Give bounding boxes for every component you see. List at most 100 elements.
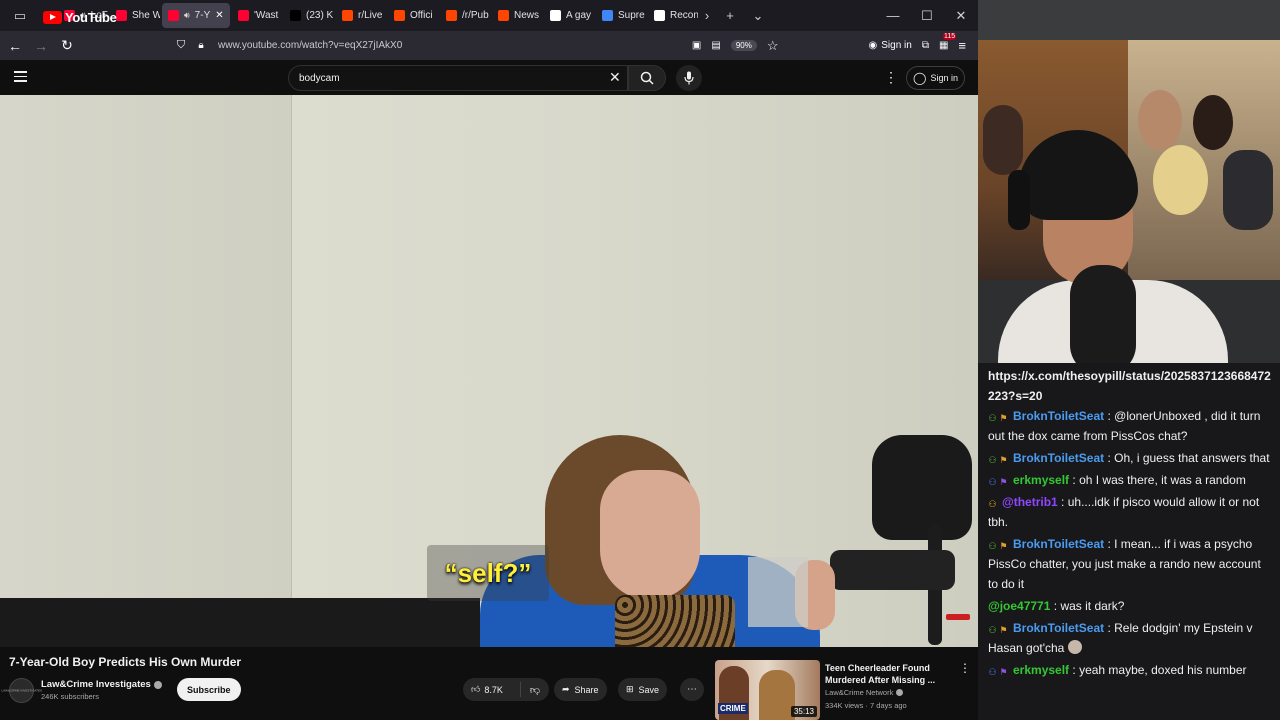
recommended-title[interactable]: Teen Cheerleader Found Murdered After Mi… <box>825 662 955 686</box>
shield-icon[interactable]: ⛉ <box>168 33 194 59</box>
chat-username[interactable]: @joe47771 <box>988 599 1050 613</box>
tab-scroll-right-icon[interactable]: › <box>698 0 716 31</box>
subscribe-button[interactable]: Subscribe <box>177 678 241 701</box>
chat-badge-icon[interactable]: ⚇ <box>988 477 997 487</box>
browser-tab[interactable]: /r/Pub <box>440 3 490 28</box>
settings-menu-icon[interactable]: ⋮ <box>884 69 898 86</box>
chat-badge-icon[interactable]: ⚑ <box>999 413 1008 423</box>
share-button[interactable]: ➦ Share <box>554 678 607 701</box>
back-icon[interactable]: ← <box>2 33 28 59</box>
video-chair-seat <box>830 550 955 590</box>
tab-label: Offici <box>410 10 433 21</box>
browser-tab[interactable]: 🔊︎ 7-Y ✕ <box>162 3 230 28</box>
navigation-bar: ← → ↻ ⛉ 🔒︎ www.youtube.com/watch?v=eqX27… <box>0 31 978 60</box>
share-icon: ➦ <box>562 684 570 694</box>
thumbs-up-icon: 👍︎ <box>471 684 481 694</box>
tab-overview-icon[interactable]: ▭ <box>0 0 40 31</box>
chat-badge-icon[interactable]: ⚑ <box>999 477 1008 487</box>
chat-username[interactable]: erkmyself <box>1013 663 1069 677</box>
chat-badge-icon[interactable]: ⚇ <box>988 499 997 509</box>
tab-favicon-icon <box>238 10 249 21</box>
chat-username[interactable]: BroknToiletSeat <box>1013 451 1104 465</box>
chat-username[interactable]: BroknToiletSeat <box>1013 409 1104 423</box>
thumbnail-brand-label: CRIME <box>718 703 748 714</box>
browser-sign-in[interactable]: Sign in <box>881 40 912 51</box>
browser-tab[interactable]: r/Live <box>336 3 386 28</box>
like-button[interactable]: 👍︎ 8.7K <box>463 682 521 697</box>
stream-chat: https://x.com/thesoypill/status/20258371… <box>978 363 1280 720</box>
chat-username[interactable]: BroknToiletSeat <box>1013 537 1104 551</box>
like-dislike-group: 👍︎ 8.7K 👎︎ <box>463 678 549 701</box>
chat-badge-icon[interactable]: ⚇ <box>988 413 997 423</box>
minimize-icon[interactable]: — <box>876 0 910 31</box>
app-menu-icon[interactable]: ≡ <box>958 38 966 53</box>
chat-link-message[interactable]: https://x.com/thesoypill/status/20258371… <box>988 366 1274 406</box>
chat-message: ⚇ ⚑ BroknToiletSeat : @lonerUnboxed , did … <box>988 406 1274 446</box>
clear-search-icon[interactable]: ✕ <box>609 69 621 86</box>
browser-tab[interactable]: A gay <box>544 3 594 28</box>
verified-icon <box>153 680 162 689</box>
youtube-sign-in-button[interactable]: ◯ Sign in <box>906 66 965 90</box>
browser-tab[interactable]: Offici <box>388 3 438 28</box>
url-bar[interactable]: www.youtube.com/watch?v=eqX27jIAkX0 <box>218 40 402 51</box>
close-window-icon[interactable]: ✕ <box>944 0 978 31</box>
browser-tab[interactable]: 'Wast <box>232 3 282 28</box>
browser-tab[interactable]: Supre <box>596 3 646 28</box>
recommended-thumbnail[interactable]: CRIME 35:13 <box>715 660 820 720</box>
chat-badge-icon[interactable]: ⚑ <box>999 625 1008 635</box>
chat-badge-icon[interactable]: ⚇ <box>988 455 997 465</box>
chat-separator: : <box>1104 409 1115 423</box>
tab-bar: ▭ ‹ 🔊︎LoFi DShe W🔊︎7-Y✕'Wast(23) Kr/Live… <box>0 0 978 31</box>
recommended-channel[interactable]: Law&Crime Network <box>825 688 904 697</box>
bookmark-star-icon[interactable]: ☆ <box>767 38 779 54</box>
browser-tab[interactable]: She W <box>110 3 160 28</box>
reader-view-icon[interactable]: ▤ <box>711 40 720 51</box>
chat-badge-icon[interactable]: ⚇ <box>988 541 997 551</box>
crowd-person <box>983 105 1023 175</box>
reload-icon[interactable]: ↻ <box>54 33 80 59</box>
browser-tab[interactable]: (23) K <box>284 3 334 28</box>
browser-tab[interactable]: News <box>492 3 542 28</box>
recommended-channel-name: Law&Crime Network <box>825 688 894 697</box>
new-tab-icon[interactable]: + <box>716 0 744 31</box>
forward-icon[interactable]: → <box>28 33 54 59</box>
tab-favicon-icon <box>550 10 561 21</box>
guide-menu-icon[interactable] <box>14 71 27 85</box>
tab-favicon-icon <box>342 10 353 21</box>
chat-username[interactable]: erkmyself <box>1013 473 1069 487</box>
chat-badge-icon[interactable]: ⚇ <box>988 625 997 635</box>
picture-in-picture-icon[interactable]: ▣ <box>692 40 701 51</box>
channel-name[interactable]: Law&Crime Investigates <box>41 679 162 690</box>
account-icon[interactable]: ◉ <box>869 40 878 51</box>
chat-badges: ⚇ ⚑ <box>988 660 1010 680</box>
chat-badge-icon[interactable]: ⚑ <box>999 667 1008 677</box>
tab-label: /r/Pub <box>462 10 489 21</box>
channel-avatar[interactable]: LAW&CRIME INVESTIGATES <box>1 678 42 703</box>
video-person-scarf <box>615 595 735 647</box>
extensions-icon[interactable]: ⧉ <box>922 40 929 51</box>
chat-badge-icon[interactable]: ⚇ <box>988 667 997 677</box>
maximize-icon[interactable]: ☐ <box>910 0 944 31</box>
more-actions-button[interactable]: ⋯ <box>680 678 704 701</box>
chat-badge-icon[interactable]: ⚑ <box>999 541 1008 551</box>
search-button[interactable] <box>628 65 666 91</box>
recommended-menu-icon[interactable]: ⋮ <box>959 661 971 675</box>
youtube-logo[interactable]: YouTube <box>43 10 117 25</box>
search-input[interactable]: bodycam <box>288 65 628 91</box>
chat-message: ⚇ ⚑ erkmyself : oh I was there, it was a r… <box>988 470 1274 490</box>
tab-label: A gay <box>566 10 592 21</box>
dislike-button[interactable]: 👎︎ <box>521 684 549 696</box>
voice-search-button[interactable] <box>676 65 702 91</box>
zoom-level[interactable]: 90% <box>730 40 757 51</box>
chat-badge-icon[interactable]: ⚑ <box>999 455 1008 465</box>
save-button[interactable]: ⊞ Save <box>618 678 668 701</box>
browser-tab[interactable]: Recon <box>648 3 698 28</box>
list-tabs-icon[interactable]: ⌄ <box>744 0 772 31</box>
browser-window: ▭ ‹ 🔊︎LoFi DShe W🔊︎7-Y✕'Wast(23) Kr/Live… <box>0 0 978 720</box>
speaker-icon[interactable]: 🔊︎ <box>184 10 190 21</box>
chat-username[interactable]: @thetrib1 <box>1002 495 1058 509</box>
tab-close-icon[interactable]: ✕ <box>215 10 223 21</box>
lock-icon: 🔒︎ <box>198 40 204 51</box>
extension-icon[interactable]: ▦ 115 <box>939 33 957 51</box>
chat-username[interactable]: BroknToiletSeat <box>1013 621 1104 635</box>
